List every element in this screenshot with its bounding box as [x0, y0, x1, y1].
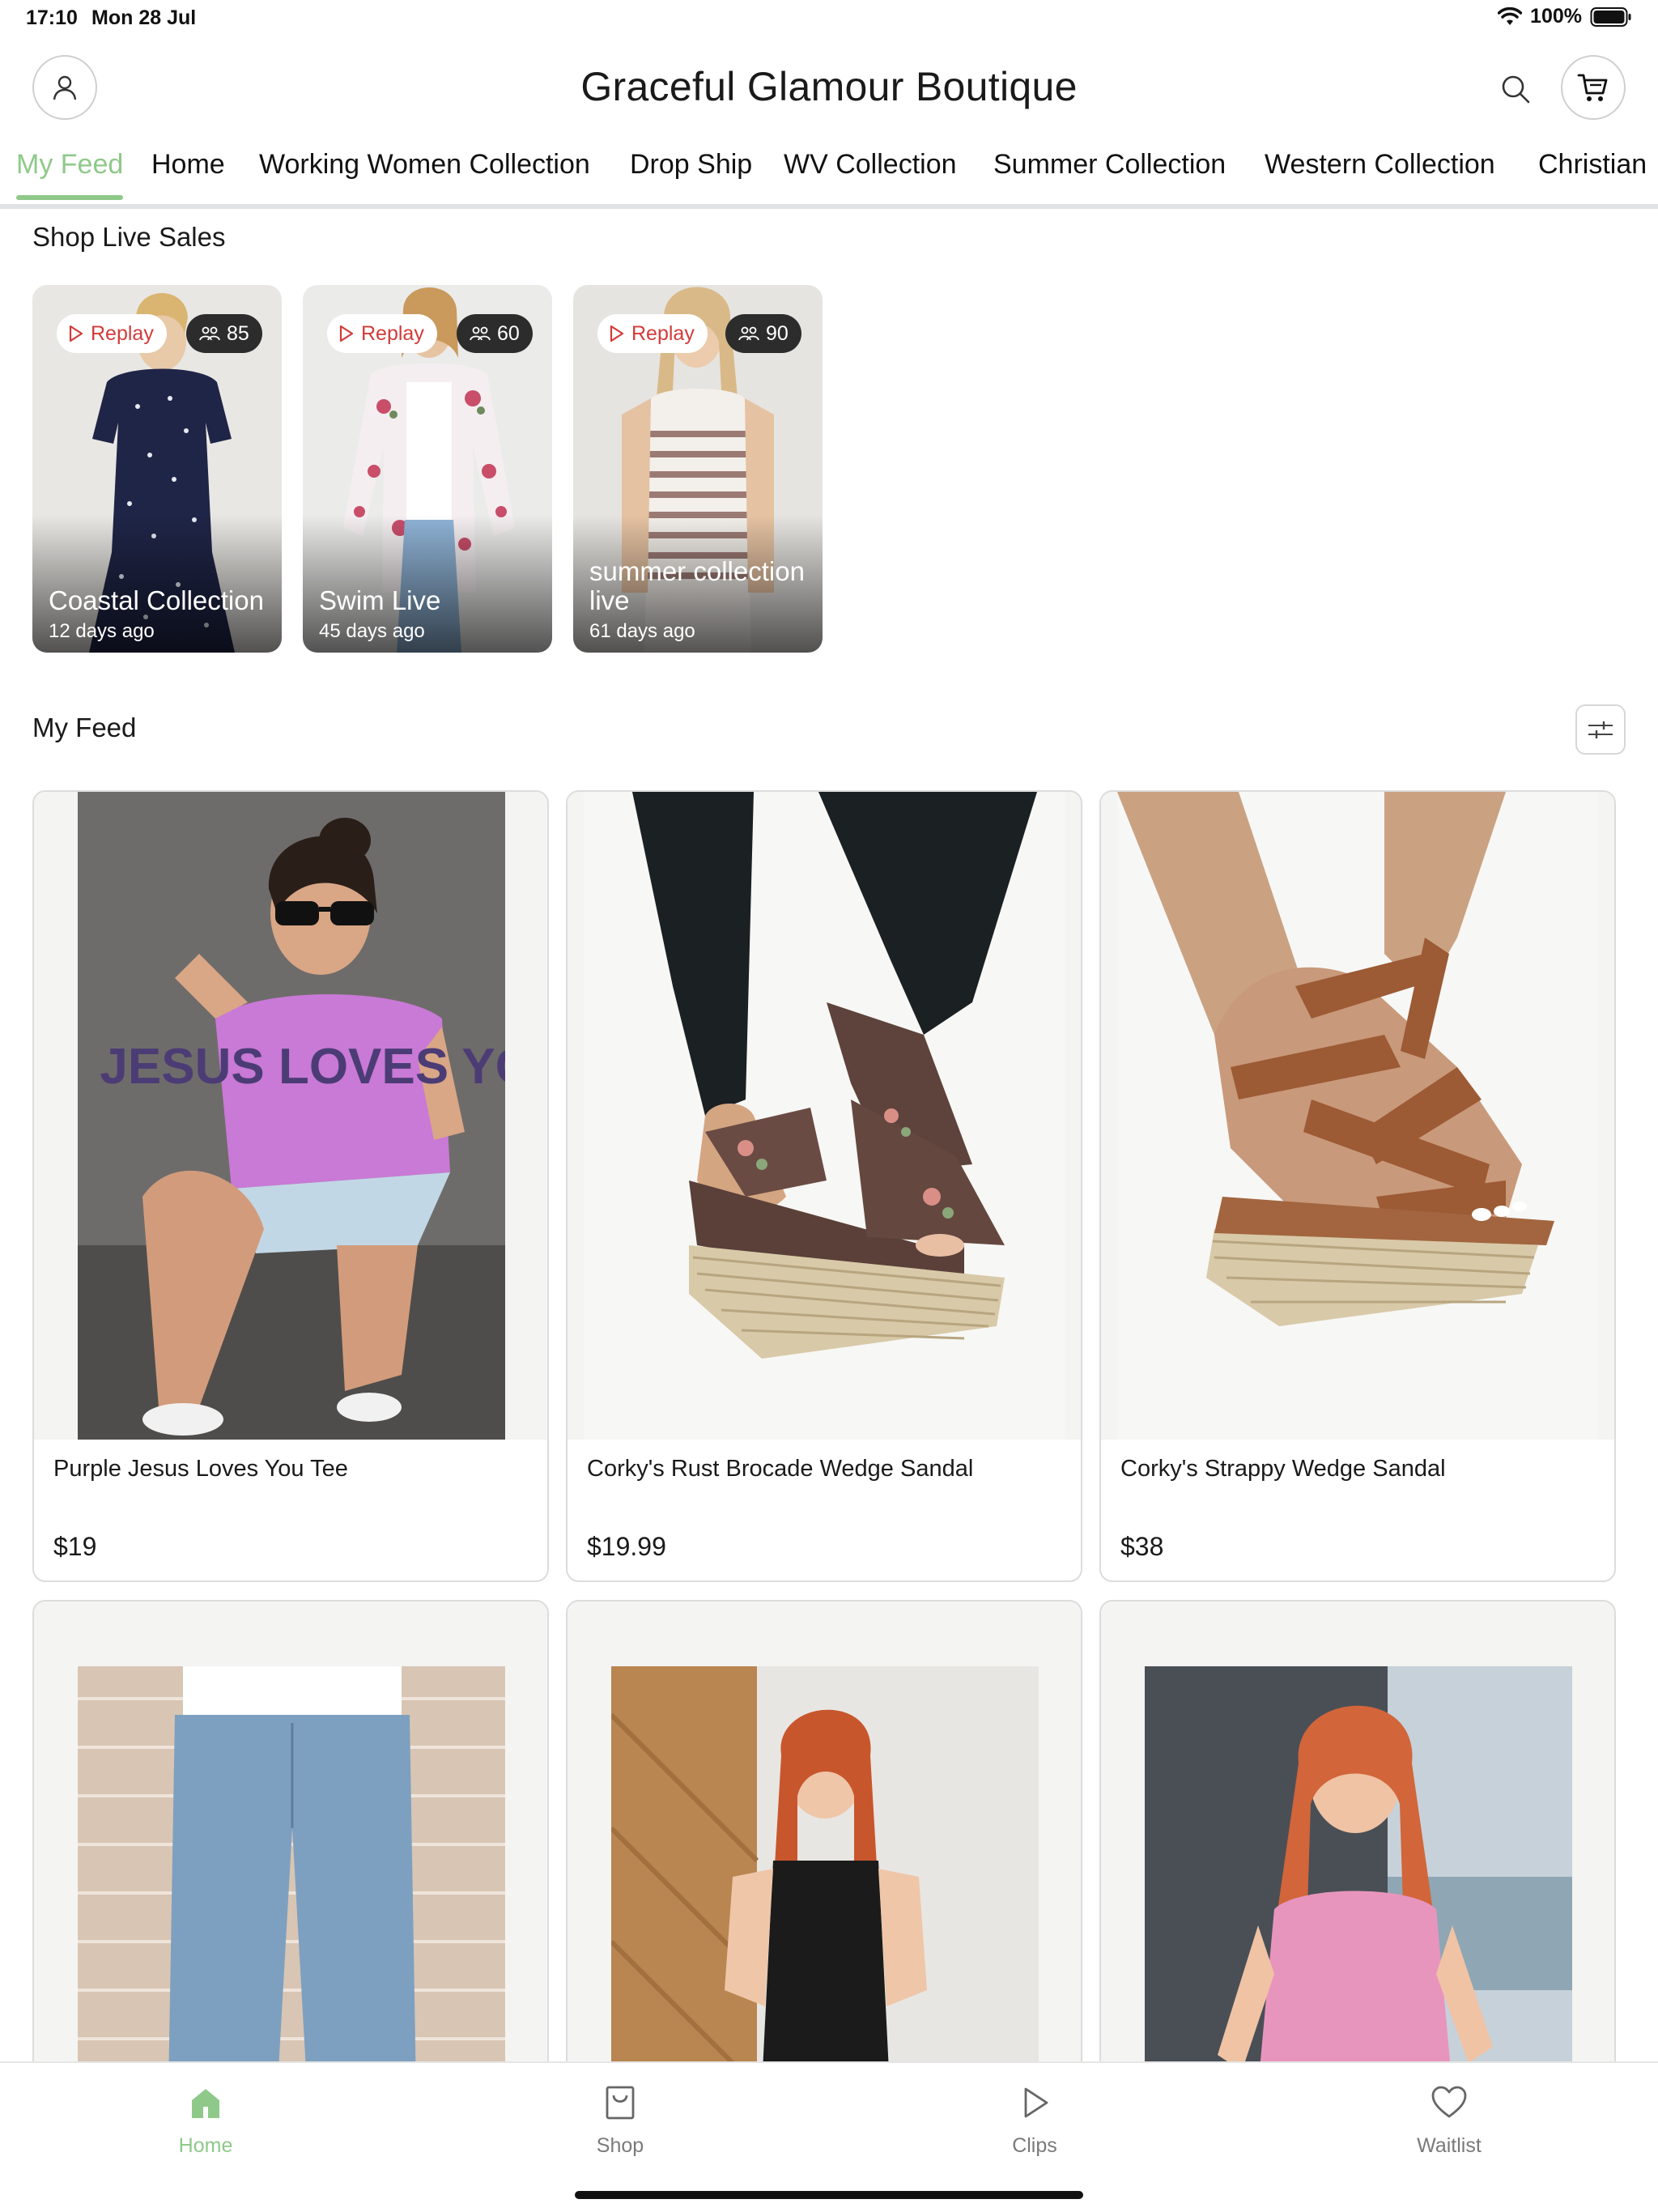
tab-my-feed[interactable]: My Feed	[16, 149, 124, 200]
product-card[interactable]: Corky's Rust Brocade Wedge Sandal $19.99	[566, 790, 1082, 1582]
heart-icon	[1431, 2086, 1467, 2118]
battery-icon	[1590, 6, 1631, 27]
product-price: $38	[1120, 1532, 1164, 1561]
live-sale-title: summer collection live	[589, 556, 805, 615]
bottom-tab-label: Shop	[596, 2134, 644, 2157]
cart-button[interactable]	[1561, 55, 1626, 120]
viewer-count-badge: 90	[725, 314, 801, 353]
bottom-tab-bar: Home Shop Clips Waitlist	[0, 2061, 1658, 2212]
replay-badge[interactable]: Replay	[57, 314, 167, 353]
play-icon	[69, 325, 83, 342]
tabs-divider	[0, 204, 1658, 209]
sliders-icon	[1588, 721, 1613, 738]
home-icon	[192, 2089, 219, 2118]
bottom-tab-label: Clips	[1012, 2134, 1057, 2157]
shirt-print: JESUS LOVES YOU	[100, 1039, 505, 1095]
feed-heading: My Feed	[32, 713, 137, 742]
play-icon	[1024, 2087, 1048, 2118]
product-card[interactable]	[1099, 1600, 1616, 2118]
product-photo	[611, 1666, 1039, 2116]
category-tabs: My Feed Home Working Women Collection Dr…	[0, 143, 1658, 207]
store-title: Graceful Glamour Boutique	[580, 64, 1078, 109]
product-name: Purple Jesus Loves You Tee	[53, 1456, 348, 1482]
product-photo	[1145, 1666, 1572, 2116]
shopping-bag-icon	[606, 2086, 635, 2120]
tab-summer-collection[interactable]: Summer Collection	[993, 149, 1226, 197]
play-icon	[339, 325, 354, 342]
search-icon	[1502, 75, 1530, 104]
replay-badge[interactable]: Replay	[327, 314, 437, 353]
live-sale-title: Coastal Collection	[49, 585, 264, 615]
bottom-tab-label: Home	[178, 2134, 233, 2157]
live-sale-age: 61 days ago	[589, 620, 695, 642]
product-image	[34, 1602, 547, 2116]
product-image: JESUS LOVES YOU	[34, 792, 547, 1440]
live-sale-age: 12 days ago	[49, 620, 155, 642]
bottom-tab-clips[interactable]: Clips	[946, 2082, 1124, 2158]
viewer-count: 60	[497, 321, 520, 345]
product-photo	[78, 1666, 505, 2116]
product-photo	[584, 792, 1065, 1440]
status-indicators: 100%	[1498, 5, 1632, 28]
status-bar: 17:10 Mon 28 Jul 100%	[0, 0, 1658, 39]
bottom-tab-label: Waitlist	[1417, 2134, 1482, 2157]
viewer-count-badge: 60	[457, 314, 533, 353]
viewer-count-badge: 85	[186, 314, 262, 353]
product-photo: JESUS LOVES YOU	[78, 792, 505, 1440]
product-price: $19	[53, 1532, 97, 1561]
product-photo	[1117, 792, 1598, 1440]
product-card[interactable]: JESUS LOVES YOU Purple Jesus Loves You T…	[32, 790, 549, 1582]
filter-button[interactable]	[1575, 704, 1626, 755]
tab-drop-ship[interactable]: Drop Ship	[630, 149, 752, 197]
tab-wv-collection[interactable]: WV Collection	[784, 149, 957, 197]
tab-christian[interactable]: Christian	[1538, 149, 1647, 197]
viewer-count: 85	[227, 321, 249, 345]
battery-percent: 100%	[1530, 5, 1582, 28]
product-image	[568, 1602, 1081, 2116]
play-icon	[610, 325, 624, 342]
search-button[interactable]	[1496, 70, 1535, 108]
product-image	[568, 792, 1081, 1440]
home-indicator[interactable]	[575, 2191, 1083, 2199]
replay-label: Replay	[361, 321, 424, 345]
live-sale-card[interactable]: Replay 60 Swim Live 45 days ago	[303, 285, 552, 653]
product-price: $19.99	[587, 1532, 666, 1561]
viewer-count: 90	[766, 321, 789, 345]
viewers-icon	[738, 326, 759, 341]
app-header: Graceful Glamour Boutique	[0, 49, 1658, 130]
product-card[interactable]	[566, 1600, 1082, 2118]
live-sales-heading: Shop Live Sales	[32, 222, 226, 252]
product-name: Corky's Strappy Wedge Sandal	[1120, 1456, 1446, 1482]
wifi-icon	[1498, 6, 1523, 25]
bottom-tab-waitlist[interactable]: Waitlist	[1360, 2082, 1538, 2158]
product-name: Corky's Rust Brocade Wedge Sandal	[587, 1456, 974, 1482]
live-sale-card[interactable]: Replay 90 summer collection live 61 days…	[573, 285, 823, 653]
replay-label: Replay	[91, 321, 154, 345]
viewers-icon	[199, 326, 220, 341]
product-image	[1101, 1602, 1614, 2116]
live-sale-card[interactable]: Replay 85 Coastal Collection 12 days ago	[32, 285, 282, 653]
status-time: 17:10	[26, 6, 78, 29]
viewers-icon	[470, 326, 491, 341]
cart-icon	[1577, 74, 1608, 101]
live-sale-age: 45 days ago	[319, 620, 425, 642]
status-date: Mon 28 Jul	[91, 6, 197, 29]
replay-badge[interactable]: Replay	[597, 314, 708, 353]
product-card[interactable]	[32, 1600, 549, 2118]
bottom-tab-home[interactable]: Home	[117, 2082, 295, 2158]
replay-label: Replay	[631, 321, 695, 345]
bottom-tab-shop[interactable]: Shop	[531, 2082, 709, 2158]
tab-western-collection[interactable]: Western Collection	[1265, 149, 1495, 197]
product-card[interactable]: Corky's Strappy Wedge Sandal $38	[1099, 790, 1616, 1582]
tab-home[interactable]: Home	[151, 149, 225, 197]
live-sale-title: Swim Live	[319, 585, 441, 615]
tab-working-women-collection[interactable]: Working Women Collection	[259, 149, 590, 197]
product-image	[1101, 792, 1614, 1440]
